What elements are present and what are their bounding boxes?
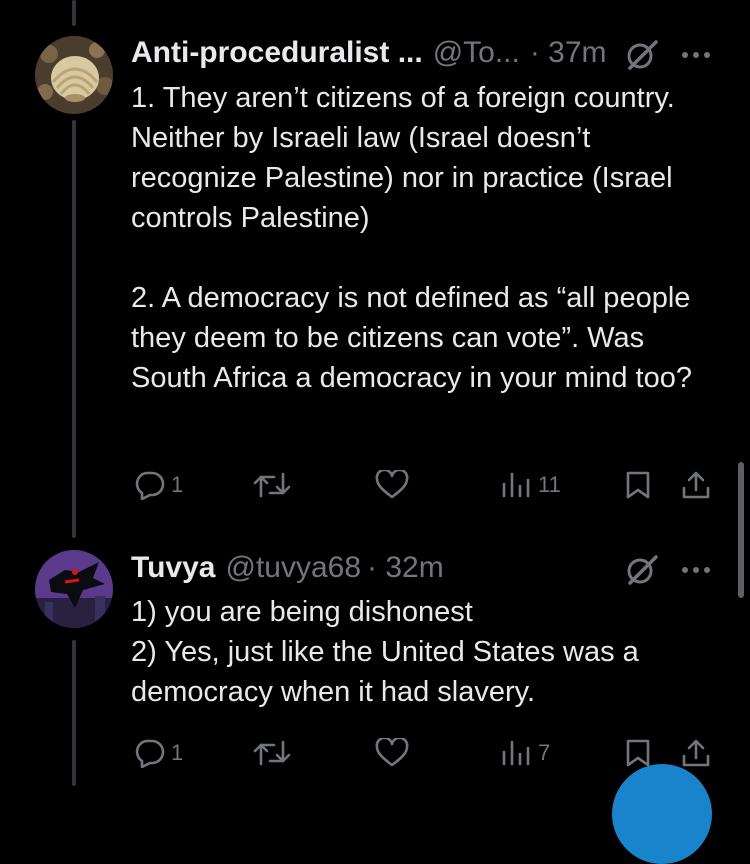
- grok-icon[interactable]: [624, 552, 660, 588]
- author-name[interactable]: Anti-proceduralist ...: [131, 36, 423, 70]
- tweet-text: 1. They aren’t citizens of a foreign cou…: [131, 82, 692, 394]
- share-button[interactable]: [680, 470, 712, 500]
- views-button[interactable]: 7: [500, 738, 550, 768]
- like-button[interactable]: [375, 738, 415, 768]
- bookmark-icon: [626, 471, 650, 499]
- tweet-actions: 1 7: [0, 732, 750, 772]
- bookmark-button[interactable]: [624, 738, 652, 768]
- avatar[interactable]: [35, 550, 113, 628]
- author-handle[interactable]: @tuvya68: [225, 551, 361, 585]
- share-icon: [682, 739, 710, 767]
- views-icon: [502, 740, 530, 766]
- tweet[interactable]: Anti-proceduralist ... @To... · 37m 1. T…: [0, 0, 750, 520]
- views-count: 7: [538, 740, 551, 765]
- author-handle[interactable]: @To...: [433, 36, 520, 70]
- repost-button[interactable]: [252, 470, 298, 500]
- like-button[interactable]: [375, 470, 415, 500]
- bookmark-button[interactable]: [624, 470, 652, 500]
- repost-icon: [253, 472, 291, 498]
- reply-button[interactable]: 1: [133, 470, 183, 500]
- heart-icon: [375, 470, 409, 499]
- grok-icon[interactable]: [624, 37, 660, 73]
- share-icon: [682, 471, 710, 499]
- scrollbar[interactable]: [738, 462, 744, 598]
- reply-count: 1: [171, 472, 184, 497]
- avatar[interactable]: [35, 36, 113, 114]
- repost-icon: [253, 740, 291, 766]
- reply-button[interactable]: 1: [133, 738, 183, 768]
- author-name[interactable]: Tuvya: [131, 551, 215, 585]
- reply-icon: [135, 739, 165, 768]
- heart-icon: [375, 738, 409, 767]
- timestamp[interactable]: · 32m: [367, 551, 444, 585]
- reply-count: 1: [171, 740, 184, 765]
- compose-fab-button[interactable]: [612, 764, 712, 864]
- views-icon: [502, 472, 530, 498]
- more-icon[interactable]: [682, 567, 710, 573]
- share-button[interactable]: [680, 738, 712, 768]
- repost-button[interactable]: [252, 738, 298, 768]
- shell-photo-avatar-icon: [35, 36, 113, 114]
- bookmark-icon: [626, 739, 650, 767]
- tweet[interactable]: Tuvya @tuvya68 · 32m 1) you are being di…: [0, 520, 750, 786]
- views-button[interactable]: 11: [500, 470, 561, 500]
- batman-beyond-avatar-icon: [35, 550, 113, 628]
- views-count: 11: [538, 472, 561, 497]
- reply-icon: [135, 471, 165, 500]
- more-icon[interactable]: [682, 52, 710, 58]
- tweet-text: 1) you are being dishonest 2) Yes, just …: [131, 596, 639, 708]
- tweet-actions: 1 11: [0, 464, 750, 504]
- timestamp[interactable]: · 37m: [530, 36, 607, 70]
